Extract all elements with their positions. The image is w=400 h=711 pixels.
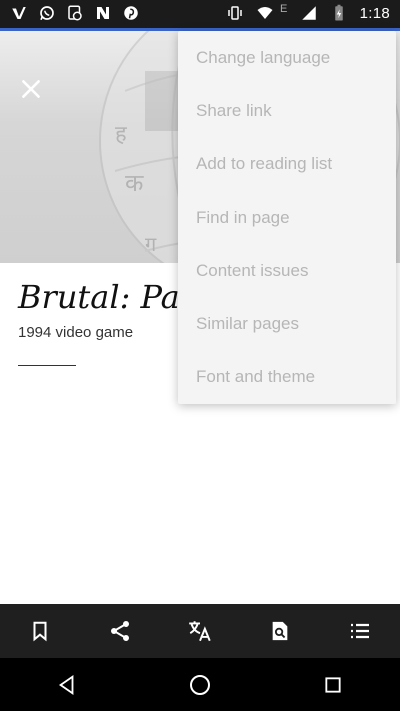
system-status-icons: E 1:18	[226, 3, 390, 22]
svg-text:क: क	[125, 169, 144, 197]
wifi-icon	[257, 7, 273, 19]
notification-icons	[10, 4, 140, 22]
menu-item-find-in-page[interactable]: Find in page	[178, 191, 396, 244]
menu-item-share-link[interactable]: Share link	[178, 84, 396, 137]
battery-icon	[334, 4, 343, 21]
title-divider	[18, 365, 76, 366]
recents-icon	[325, 676, 341, 693]
menu-item-add-to-reading-list[interactable]: Add to reading list	[178, 138, 396, 191]
share-button[interactable]	[100, 611, 140, 651]
recents-button[interactable]	[309, 661, 357, 709]
table-of-contents-button[interactable]	[340, 611, 380, 651]
back-icon	[58, 674, 74, 695]
language-button[interactable]	[180, 611, 220, 651]
notes-icon	[97, 7, 109, 19]
menu-item-content-issues[interactable]: Content issues	[178, 244, 396, 297]
find-in-page-icon	[272, 621, 288, 641]
translate-icon	[189, 621, 211, 642]
vimeo-icon	[12, 7, 26, 19]
whatsapp-icon	[40, 6, 54, 21]
sync-icon	[68, 5, 82, 21]
signal-icon	[301, 6, 316, 20]
menu-item-font-and-theme[interactable]: Font and theme	[178, 351, 396, 404]
home-icon	[189, 674, 210, 695]
article-title: Brutal: Pav	[18, 278, 198, 316]
bookmark-icon	[33, 621, 47, 642]
home-button[interactable]	[176, 661, 224, 709]
find-in-page-button[interactable]	[260, 611, 300, 651]
menu-item-similar-pages[interactable]: Similar pages	[178, 297, 396, 350]
clock: 1:18	[359, 4, 390, 22]
network-type-label: E	[279, 3, 288, 15]
overflow-menu: Change language Share link Add to readin…	[178, 31, 396, 404]
page-action-toolbar	[0, 604, 400, 658]
bookmark-button[interactable]	[20, 611, 60, 651]
back-button[interactable]	[43, 661, 91, 709]
system-navigation-bar	[0, 658, 400, 711]
menu-item-change-language[interactable]: Change language	[178, 31, 396, 84]
pinterest-icon	[124, 6, 138, 20]
svg-text:ग: ग	[145, 232, 157, 256]
svg-text:ह: ह	[115, 122, 127, 147]
article-description: 1994 video game	[18, 324, 134, 341]
contents-list-icon	[351, 623, 369, 639]
vibrate-icon	[228, 6, 242, 20]
close-icon[interactable]	[18, 76, 44, 102]
status-bar: E 1:18	[0, 0, 400, 28]
share-icon	[111, 621, 129, 641]
